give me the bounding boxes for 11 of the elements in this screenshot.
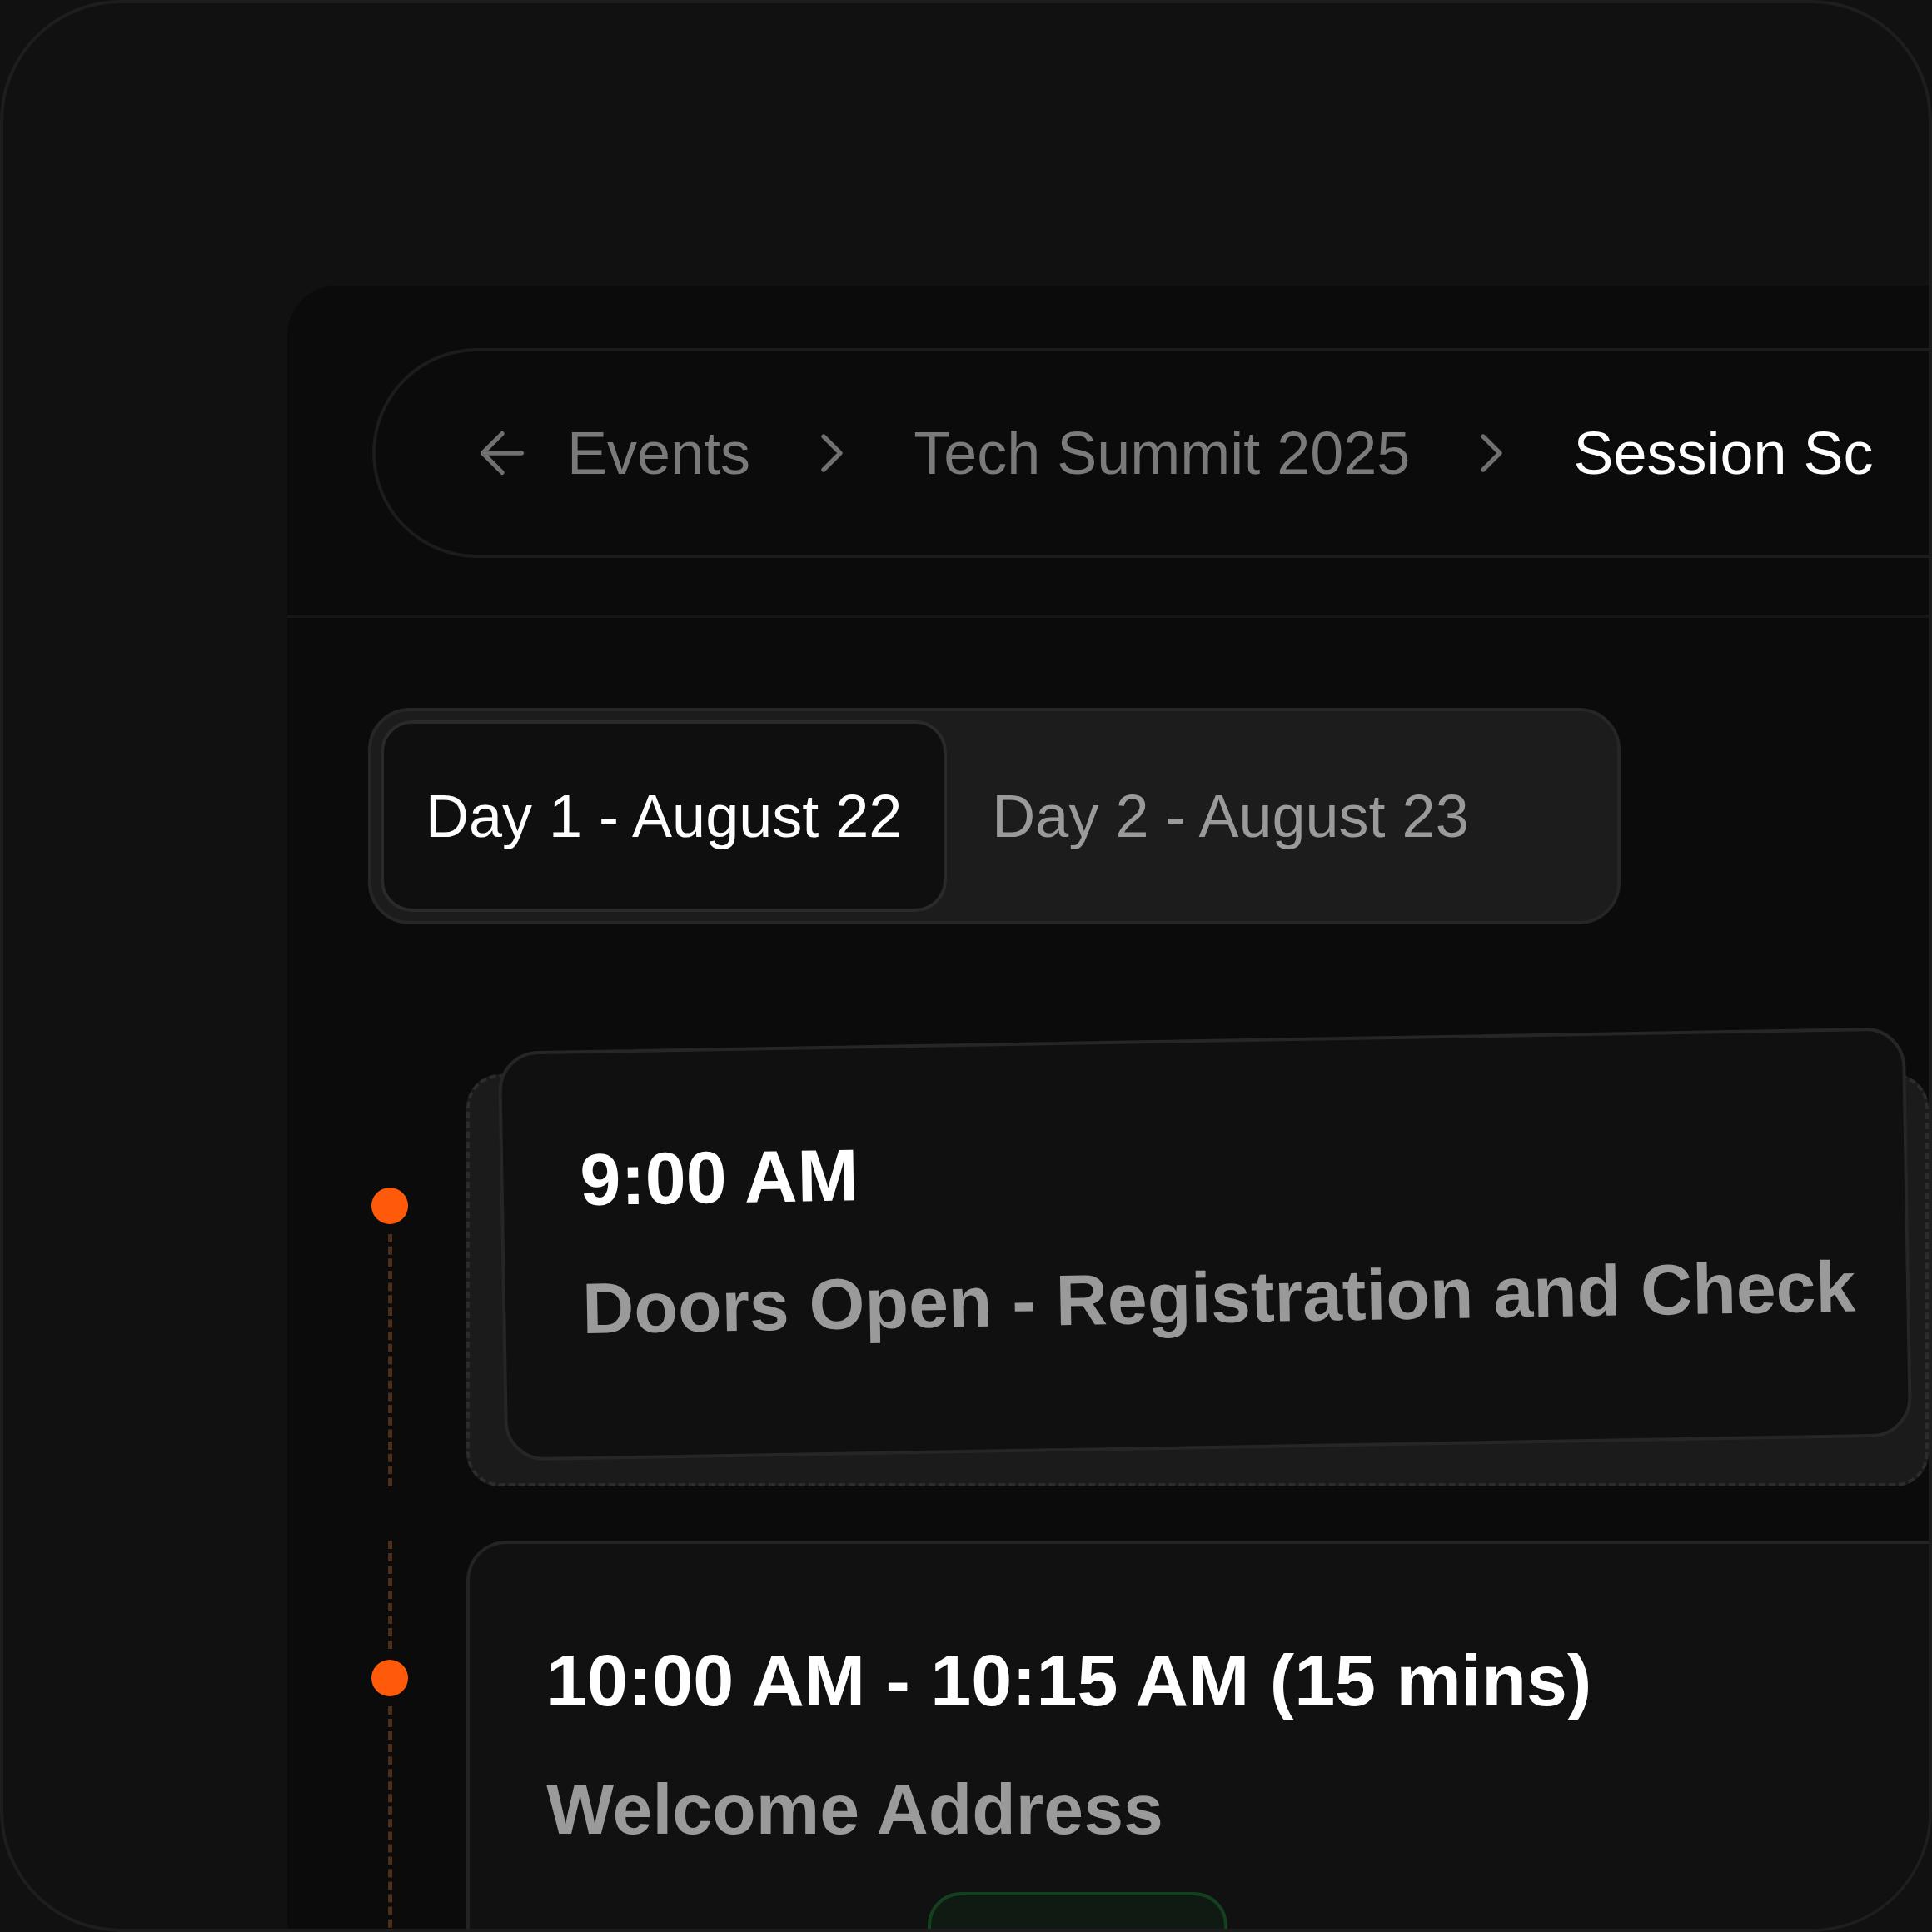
session-title: Doors Open - Registration and Check xyxy=(581,1245,1857,1351)
breadcrumb-link[interactable]: Tech Summit 2025 xyxy=(914,408,1411,498)
session-card[interactable]: 9:00 AM Doors Open - Registration and Check xyxy=(497,1027,1913,1461)
session-title: Welcome Address xyxy=(546,1768,1164,1850)
session-time: 10:00 AM - 10:15 AM (15 mins) xyxy=(546,1638,1593,1723)
breadcrumb-link[interactable]: Session Sc xyxy=(1573,408,1874,498)
day-tab[interactable]: Day 2 - August 23 xyxy=(947,720,1514,912)
breadcrumb-link[interactable]: Events xyxy=(567,408,751,498)
session-time: 9:00 AM xyxy=(579,1133,860,1223)
day-tab[interactable]: Day 1 - August 22 xyxy=(381,720,948,912)
session-card[interactable]: 10:00 AM - 10:15 AM (15 mins) Welcome Address xyxy=(466,1541,1929,1929)
